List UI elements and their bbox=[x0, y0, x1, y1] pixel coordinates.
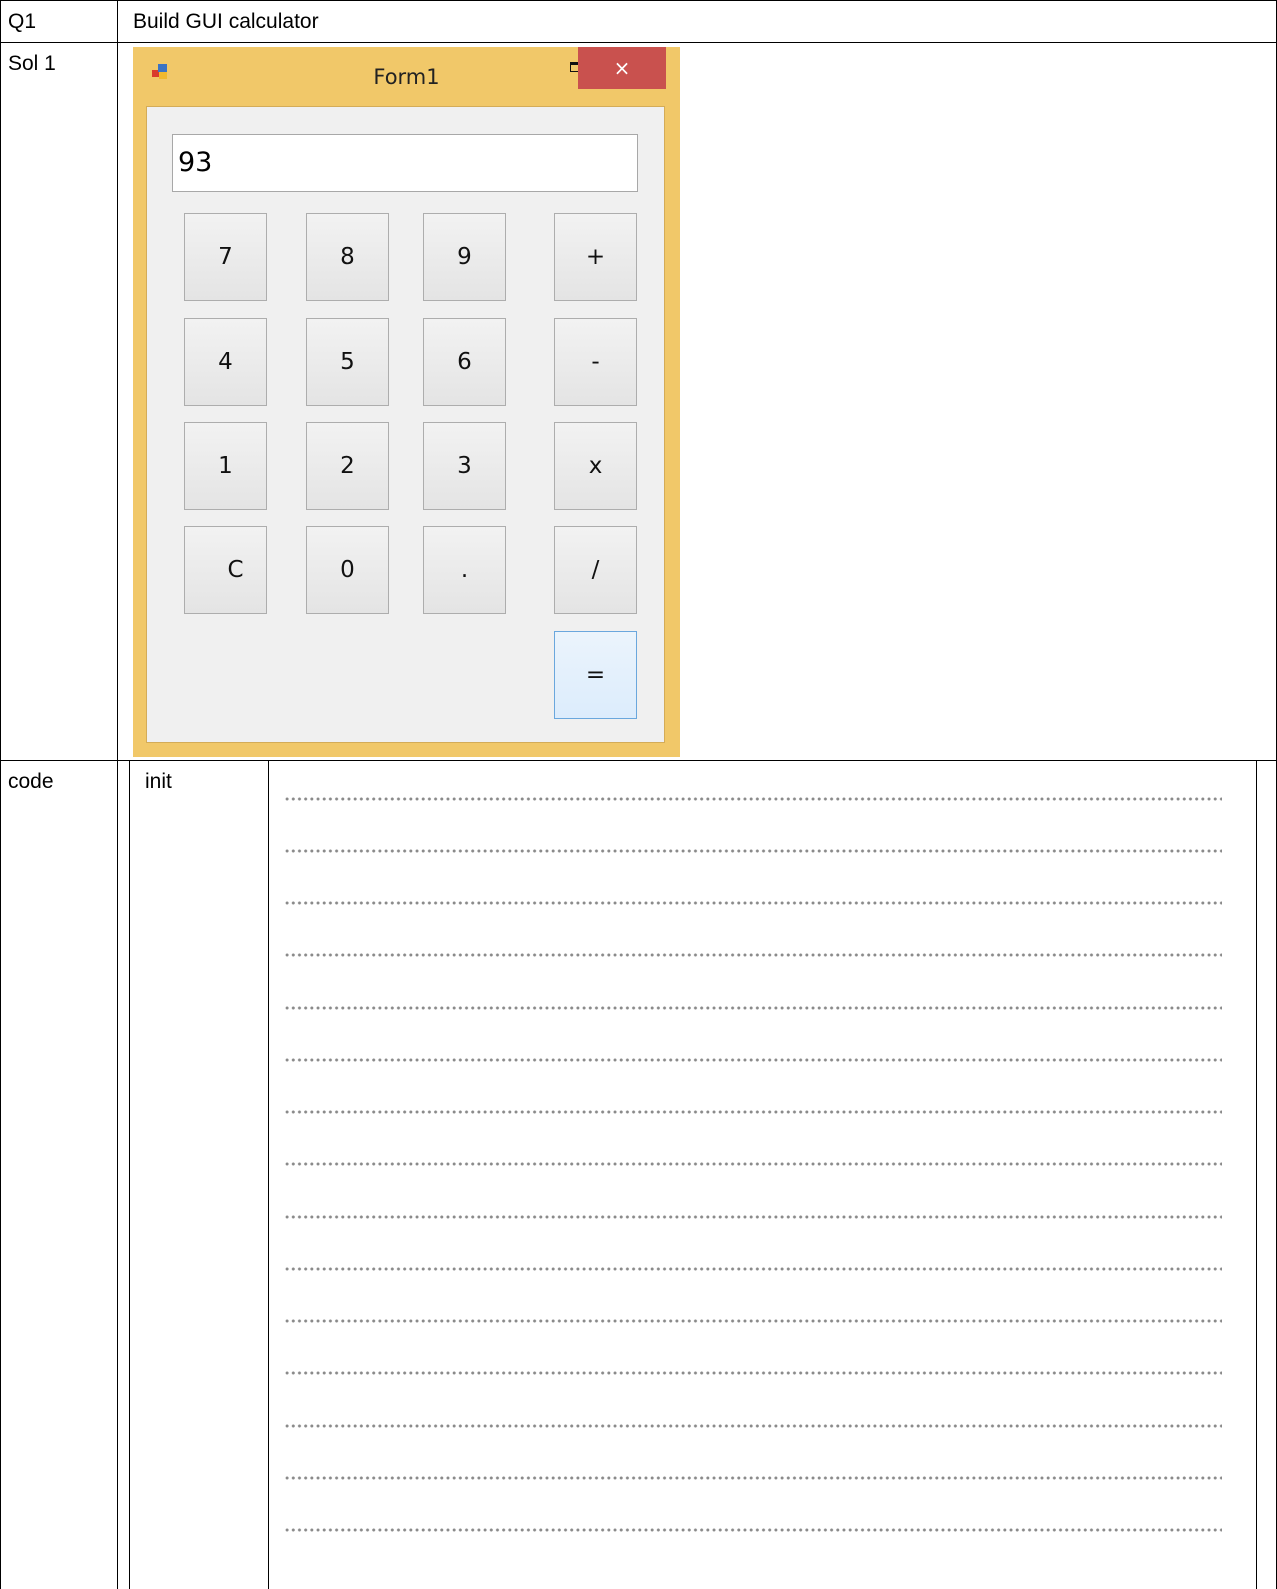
table-top-border bbox=[0, 0, 1277, 1]
key-clear[interactable]: C bbox=[184, 526, 267, 614]
answer-line bbox=[284, 848, 1222, 854]
key-9[interactable]: 9 bbox=[423, 213, 506, 301]
key-4[interactable]: 4 bbox=[184, 318, 267, 406]
key-plus[interactable]: + bbox=[554, 213, 637, 301]
answer-line bbox=[284, 1214, 1222, 1220]
key-decimal[interactable]: . bbox=[423, 526, 506, 614]
inner-table-right-border bbox=[1256, 760, 1257, 1589]
row-divider-1 bbox=[0, 42, 1277, 43]
calculator-display[interactable]: 93 bbox=[172, 134, 638, 192]
calculator-window: Form1 × 93 7 8 9 + 4 5 6 - 1 2 3 x C 0 .… bbox=[133, 47, 680, 757]
row-divider-2 bbox=[0, 760, 1277, 761]
row-label-q1: Q1 bbox=[8, 10, 37, 33]
row-label-sol1: Sol 1 bbox=[8, 52, 56, 75]
answer-line bbox=[284, 1423, 1222, 1429]
row-label-code: code bbox=[8, 770, 54, 793]
key-2[interactable]: 2 bbox=[306, 422, 389, 510]
answer-line bbox=[284, 1005, 1222, 1011]
question-text: Build GUI calculator bbox=[133, 10, 319, 33]
answer-line bbox=[284, 1266, 1222, 1272]
answer-line bbox=[284, 1161, 1222, 1167]
key-divide[interactable]: / bbox=[554, 526, 637, 614]
key-multiply[interactable]: x bbox=[554, 422, 637, 510]
key-8[interactable]: 8 bbox=[306, 213, 389, 301]
form-client-area: 93 7 8 9 + 4 5 6 - 1 2 3 x C 0 . / = bbox=[146, 106, 665, 743]
answer-line bbox=[284, 1370, 1222, 1376]
key-1[interactable]: 1 bbox=[184, 422, 267, 510]
inner-table-left-border bbox=[129, 760, 130, 1589]
key-5[interactable]: 5 bbox=[306, 318, 389, 406]
answer-line bbox=[284, 1318, 1222, 1324]
answer-line bbox=[284, 1109, 1222, 1115]
answer-line bbox=[284, 1475, 1222, 1481]
key-equals[interactable]: = bbox=[554, 631, 637, 719]
key-6[interactable]: 6 bbox=[423, 318, 506, 406]
close-icon[interactable]: × bbox=[578, 47, 666, 89]
key-0[interactable]: 0 bbox=[306, 526, 389, 614]
table-left-border bbox=[0, 0, 1, 1589]
key-7[interactable]: 7 bbox=[184, 213, 267, 301]
answer-line bbox=[284, 796, 1222, 802]
answer-line bbox=[284, 900, 1222, 906]
label-column-border bbox=[117, 0, 118, 1589]
answer-line bbox=[284, 1057, 1222, 1063]
key-minus[interactable]: - bbox=[554, 318, 637, 406]
sub-label-init: init bbox=[145, 770, 172, 793]
key-3[interactable]: 3 bbox=[423, 422, 506, 510]
inner-table-divider bbox=[268, 760, 269, 1589]
answer-line bbox=[284, 952, 1222, 958]
answer-line bbox=[284, 1527, 1222, 1533]
